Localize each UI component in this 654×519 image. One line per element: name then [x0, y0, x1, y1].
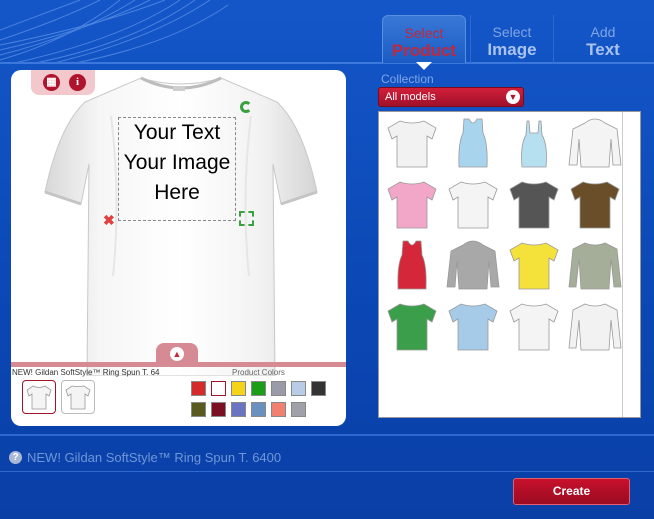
- color-swatch[interactable]: [191, 381, 206, 396]
- product-label: NEW! Gildan SoftStyle™ Ring Spun T. 64: [12, 368, 160, 377]
- color-swatch[interactable]: [211, 402, 226, 417]
- header-divider: [0, 62, 654, 64]
- color-swatch[interactable]: [271, 381, 286, 396]
- model-grid-scrollbar[interactable]: [622, 112, 640, 417]
- footer-line: [0, 471, 654, 472]
- designer-app: Select Product Select Image Add Text ▦ i: [0, 0, 654, 519]
- arrow-up-icon: ▲: [170, 347, 184, 361]
- pink-tee-icon: [387, 181, 437, 229]
- white-hoodie-icon: [568, 118, 622, 168]
- model-white-raglan[interactable]: [565, 296, 625, 356]
- step-label-main: Product: [391, 41, 457, 60]
- model-white-womens-vneck[interactable]: [443, 174, 503, 234]
- front-view-thumbnail[interactable]: [22, 380, 56, 414]
- color-swatch[interactable]: [231, 402, 246, 417]
- collection-label: Collection: [381, 72, 434, 86]
- yellow-tee-icon: [509, 242, 559, 290]
- model-white-hoodie[interactable]: [565, 113, 625, 173]
- color-swatch[interactable]: [251, 402, 266, 417]
- step-add-text[interactable]: Add Text: [558, 15, 648, 63]
- white-womens-vneck-icon: [448, 181, 498, 229]
- color-swatch[interactable]: [291, 381, 306, 396]
- model-green-womens-tee[interactable]: [382, 296, 442, 356]
- collection-dropdown[interactable]: All models ▼: [378, 87, 524, 107]
- model-white-womens-tee[interactable]: [504, 296, 564, 356]
- footer-divider: [0, 434, 654, 436]
- tshirt-back-icon: [65, 385, 91, 410]
- step-label-top: Add: [590, 24, 616, 40]
- step-label-top: Select: [404, 25, 444, 41]
- model-brown-ringer-tee[interactable]: [565, 174, 625, 234]
- resize-handle-icon[interactable]: [239, 211, 254, 226]
- model-light-blue-polo[interactable]: [443, 296, 503, 356]
- print-area-placeholder[interactable]: Your Text Your Image Here: [118, 117, 236, 221]
- placeholder-line: Here: [154, 181, 200, 204]
- tshirt-front-icon: [26, 385, 52, 410]
- light-blue-camisole-icon: [521, 120, 547, 168]
- step-select-image[interactable]: Select Image: [470, 15, 554, 63]
- white-tee-icon: [387, 120, 437, 168]
- sage-long-sleeve-icon: [568, 242, 622, 290]
- model-light-blue-tank[interactable]: [443, 113, 503, 173]
- model-gray-hoodie[interactable]: [443, 235, 503, 295]
- model-charcoal-ringer-tee[interactable]: [504, 174, 564, 234]
- step-select-product[interactable]: Select Product: [382, 15, 466, 63]
- collection-selected-value: All models: [385, 91, 436, 103]
- brown-ringer-tee-icon: [570, 181, 620, 229]
- decorative-swirl: [0, 0, 229, 64]
- color-swatch[interactable]: [311, 381, 326, 396]
- model-pink-tee[interactable]: [382, 174, 442, 234]
- rotate-handle-icon[interactable]: [240, 101, 252, 113]
- model-grid: [378, 111, 641, 418]
- design-canvas-panel: ▦ i Your Text Your Image Here ✖ ▲ NEW! G…: [11, 70, 346, 426]
- model-light-blue-camisole[interactable]: [504, 113, 564, 173]
- green-womens-tee-icon: [387, 303, 437, 351]
- charcoal-ringer-tee-icon: [509, 181, 559, 229]
- white-womens-tee-icon: [509, 303, 559, 351]
- light-blue-tank-icon: [458, 118, 488, 168]
- model-sage-long-sleeve[interactable]: [565, 235, 625, 295]
- placeholder-line: Your Text: [133, 121, 221, 144]
- red-tank-icon: [397, 240, 427, 290]
- active-step-pointer: [416, 62, 432, 70]
- model-yellow-tee[interactable]: [504, 235, 564, 295]
- canvas-divider: [11, 362, 346, 367]
- color-swatch[interactable]: [291, 402, 306, 417]
- chevron-down-icon: ▼: [506, 90, 520, 104]
- light-blue-polo-icon: [448, 303, 498, 351]
- step-label-main: Text: [586, 40, 620, 59]
- help-icon[interactable]: ?: [9, 451, 22, 464]
- model-white-tee[interactable]: [382, 113, 442, 173]
- color-swatch[interactable]: [211, 381, 226, 396]
- create-button[interactable]: Create: [513, 478, 630, 505]
- color-swatch[interactable]: [191, 402, 206, 417]
- color-swatch[interactable]: [251, 381, 266, 396]
- delete-handle-icon[interactable]: ✖: [103, 212, 115, 229]
- step-label-main: Image: [487, 40, 537, 59]
- product-colors-label: Product Colors: [232, 368, 285, 377]
- color-swatch[interactable]: [271, 402, 286, 417]
- placeholder-line: Your Image: [123, 151, 231, 174]
- back-view-thumbnail[interactable]: [61, 380, 95, 414]
- gray-hoodie-icon: [446, 240, 500, 290]
- color-swatch[interactable]: [231, 381, 246, 396]
- white-raglan-icon: [568, 303, 622, 351]
- step-label-top: Select: [492, 24, 532, 40]
- model-red-tank[interactable]: [382, 235, 442, 295]
- selected-product-name: NEW! Gildan SoftStyle™ Ring Spun T. 6400: [27, 450, 282, 465]
